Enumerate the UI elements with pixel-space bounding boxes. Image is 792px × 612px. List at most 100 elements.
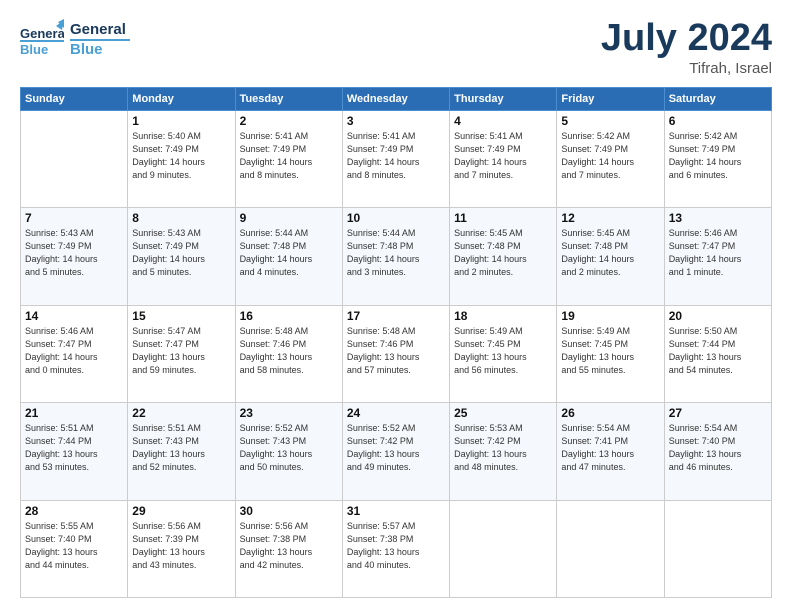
day-number: 3: [347, 114, 445, 128]
day-number: 19: [561, 309, 659, 323]
title-block: July 2024 Tifrah, Israel: [601, 18, 772, 77]
day-info: Sunrise: 5:49 AMSunset: 7:45 PMDaylight:…: [454, 325, 552, 377]
calendar-cell: 15 Sunrise: 5:47 AMSunset: 7:47 PMDayligh…: [128, 305, 235, 402]
day-info: Sunrise: 5:42 AMSunset: 7:49 PMDaylight:…: [561, 130, 659, 182]
day-info: Sunrise: 5:49 AMSunset: 7:45 PMDaylight:…: [561, 325, 659, 377]
day-number: 4: [454, 114, 552, 128]
calendar-header-row: Sunday Monday Tuesday Wednesday Thursday…: [21, 87, 772, 110]
day-info: Sunrise: 5:57 AMSunset: 7:38 PMDaylight:…: [347, 520, 445, 572]
page: General Blue General Blue July 2024 Tifr…: [0, 0, 792, 612]
col-friday: Friday: [557, 87, 664, 110]
day-info: Sunrise: 5:48 AMSunset: 7:46 PMDaylight:…: [240, 325, 338, 377]
calendar-cell: 17 Sunrise: 5:48 AMSunset: 7:46 PMDayligh…: [342, 305, 449, 402]
day-number: 31: [347, 504, 445, 518]
day-info: Sunrise: 5:43 AMSunset: 7:49 PMDaylight:…: [25, 227, 123, 279]
calendar-title: July 2024: [601, 18, 772, 60]
day-info: Sunrise: 5:48 AMSunset: 7:46 PMDaylight:…: [347, 325, 445, 377]
calendar-cell: 1Sunrise: 5:40 AMSunset: 7:49 PMDaylight…: [128, 110, 235, 207]
calendar-cell: 9Sunrise: 5:44 AMSunset: 7:48 PMDaylight…: [235, 208, 342, 305]
calendar-cell: 6 Sunrise: 5:42 AMSunset: 7:49 PMDaylight…: [664, 110, 771, 207]
day-number: 28: [25, 504, 123, 518]
day-info: Sunrise: 5:47 AMSunset: 7:47 PMDaylight:…: [132, 325, 230, 377]
day-number: 25: [454, 406, 552, 420]
day-number: 15: [132, 309, 230, 323]
calendar-cell: 7 Sunrise: 5:43 AMSunset: 7:49 PMDaylight…: [21, 208, 128, 305]
calendar-week-row: 14Sunrise: 5:46 AMSunset: 7:47 PMDayligh…: [21, 305, 772, 402]
calendar-cell: 16 Sunrise: 5:48 AMSunset: 7:46 PMDayligh…: [235, 305, 342, 402]
day-number: 13: [669, 211, 767, 225]
day-number: 24: [347, 406, 445, 420]
day-info: Sunrise: 5:51 AMSunset: 7:43 PMDaylight:…: [132, 422, 230, 474]
calendar-cell: [664, 500, 771, 597]
day-number: 21: [25, 406, 123, 420]
day-info: Sunrise: 5:44 AMSunset: 7:48 PMDaylight:…: [347, 227, 445, 279]
day-info: Sunrise: 5:41 AMSunset: 7:49 PMDaylight:…: [454, 130, 552, 182]
calendar-cell: 31 Sunrise: 5:57 AMSunset: 7:38 PMDayligh…: [342, 500, 449, 597]
calendar-cell: 22 Sunrise: 5:51 AMSunset: 7:43 PMDayligh…: [128, 403, 235, 500]
day-info: Sunrise: 5:55 AMSunset: 7:40 PMDaylight:…: [25, 520, 123, 572]
calendar-cell: 2 Sunrise: 5:41 AMSunset: 7:49 PMDaylight…: [235, 110, 342, 207]
calendar-cell: 27Sunrise: 5:54 AMSunset: 7:40 PMDayligh…: [664, 403, 771, 500]
day-info: Sunrise: 5:54 AMSunset: 7:41 PMDaylight:…: [561, 422, 659, 474]
calendar-week-row: 21 Sunrise: 5:51 AMSunset: 7:44 PMDayligh…: [21, 403, 772, 500]
day-info: Sunrise: 5:43 AMSunset: 7:49 PMDaylight:…: [132, 227, 230, 279]
day-info: Sunrise: 5:53 AMSunset: 7:42 PMDaylight:…: [454, 422, 552, 474]
calendar-week-row: 7 Sunrise: 5:43 AMSunset: 7:49 PMDaylight…: [21, 208, 772, 305]
day-number: 23: [240, 406, 338, 420]
day-number: 17: [347, 309, 445, 323]
day-number: 30: [240, 504, 338, 518]
day-info: Sunrise: 5:56 AMSunset: 7:39 PMDaylight:…: [132, 520, 230, 572]
calendar-cell: 25 Sunrise: 5:53 AMSunset: 7:42 PMDayligh…: [450, 403, 557, 500]
day-info: Sunrise: 5:46 AMSunset: 7:47 PMDaylight:…: [669, 227, 767, 279]
calendar-cell: [21, 110, 128, 207]
calendar-cell: 13 Sunrise: 5:46 AMSunset: 7:47 PMDayligh…: [664, 208, 771, 305]
col-saturday: Saturday: [664, 87, 771, 110]
calendar-cell: 20 Sunrise: 5:50 AMSunset: 7:44 PMDayligh…: [664, 305, 771, 402]
calendar-cell: 28 Sunrise: 5:55 AMSunset: 7:40 PMDayligh…: [21, 500, 128, 597]
calendar-cell: 10Sunrise: 5:44 AMSunset: 7:48 PMDayligh…: [342, 208, 449, 305]
day-number: 20: [669, 309, 767, 323]
day-number: 7: [25, 211, 123, 225]
calendar-cell: 26 Sunrise: 5:54 AMSunset: 7:41 PMDayligh…: [557, 403, 664, 500]
calendar-cell: [557, 500, 664, 597]
day-number: 6: [669, 114, 767, 128]
header: General Blue General Blue July 2024 Tifr…: [20, 18, 772, 77]
day-number: 29: [132, 504, 230, 518]
day-number: 2: [240, 114, 338, 128]
day-number: 26: [561, 406, 659, 420]
col-sunday: Sunday: [21, 87, 128, 110]
col-tuesday: Tuesday: [235, 87, 342, 110]
calendar-cell: 3Sunrise: 5:41 AMSunset: 7:49 PMDaylight…: [342, 110, 449, 207]
calendar-cell: 8Sunrise: 5:43 AMSunset: 7:49 PMDaylight…: [128, 208, 235, 305]
day-info: Sunrise: 5:51 AMSunset: 7:44 PMDaylight:…: [25, 422, 123, 474]
day-number: 12: [561, 211, 659, 225]
logo-general: General: [70, 22, 130, 39]
calendar-cell: [450, 500, 557, 597]
calendar-cell: 23 Sunrise: 5:52 AMSunset: 7:43 PMDayligh…: [235, 403, 342, 500]
calendar-week-row: 1Sunrise: 5:40 AMSunset: 7:49 PMDaylight…: [21, 110, 772, 207]
day-info: Sunrise: 5:50 AMSunset: 7:44 PMDaylight:…: [669, 325, 767, 377]
calendar-cell: 30 Sunrise: 5:56 AMSunset: 7:38 PMDayligh…: [235, 500, 342, 597]
col-thursday: Thursday: [450, 87, 557, 110]
day-info: Sunrise: 5:54 AMSunset: 7:40 PMDaylight:…: [669, 422, 767, 474]
day-number: 16: [240, 309, 338, 323]
day-number: 9: [240, 211, 338, 225]
day-number: 22: [132, 406, 230, 420]
calendar-cell: 21 Sunrise: 5:51 AMSunset: 7:44 PMDayligh…: [21, 403, 128, 500]
day-number: 14: [25, 309, 123, 323]
day-info: Sunrise: 5:45 AMSunset: 7:48 PMDaylight:…: [561, 227, 659, 279]
calendar-cell: 19 Sunrise: 5:49 AMSunset: 7:45 PMDayligh…: [557, 305, 664, 402]
svg-text:Blue: Blue: [20, 42, 48, 57]
day-info: Sunrise: 5:40 AMSunset: 7:49 PMDaylight:…: [132, 130, 230, 182]
day-info: Sunrise: 5:42 AMSunset: 7:49 PMDaylight:…: [669, 130, 767, 182]
calendar-cell: 14Sunrise: 5:46 AMSunset: 7:47 PMDayligh…: [21, 305, 128, 402]
day-info: Sunrise: 5:52 AMSunset: 7:43 PMDaylight:…: [240, 422, 338, 474]
svg-text:General: General: [20, 26, 64, 41]
day-info: Sunrise: 5:56 AMSunset: 7:38 PMDaylight:…: [240, 520, 338, 572]
calendar-cell: 5 Sunrise: 5:42 AMSunset: 7:49 PMDaylight…: [557, 110, 664, 207]
calendar-cell: 18Sunrise: 5:49 AMSunset: 7:45 PMDayligh…: [450, 305, 557, 402]
calendar-cell: 24Sunrise: 5:52 AMSunset: 7:42 PMDayligh…: [342, 403, 449, 500]
day-info: Sunrise: 5:41 AMSunset: 7:49 PMDaylight:…: [240, 130, 338, 182]
day-number: 5: [561, 114, 659, 128]
logo-icon: General Blue: [20, 18, 64, 62]
